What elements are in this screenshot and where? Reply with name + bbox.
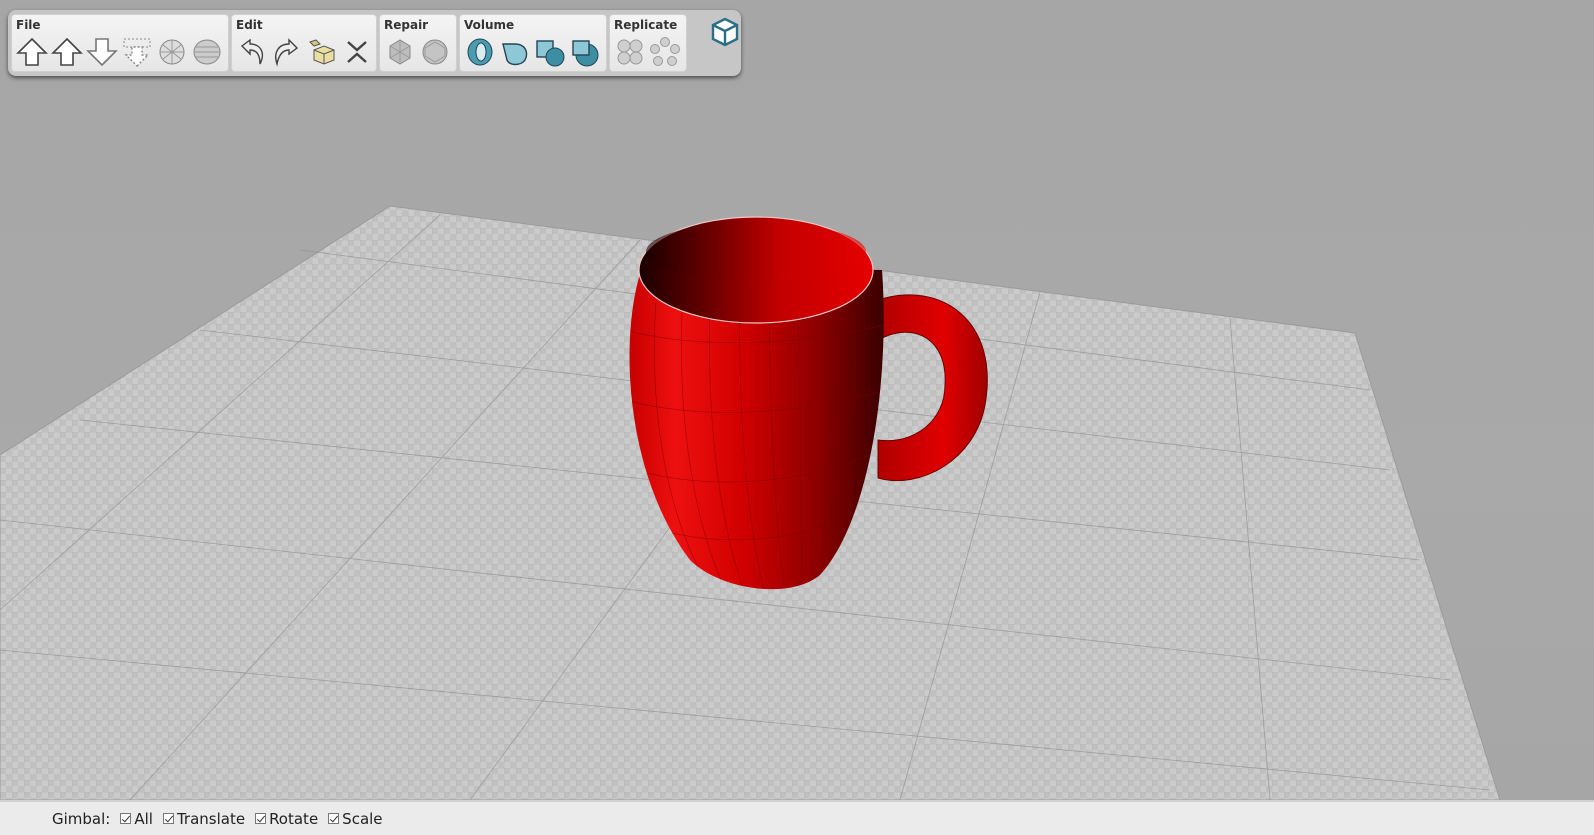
slice-sphere-icon[interactable] bbox=[189, 35, 224, 69]
wireframe-sphere-icon[interactable] bbox=[154, 35, 189, 69]
grid-replicate-icon[interactable] bbox=[612, 35, 647, 69]
scene-canvas[interactable] bbox=[0, 0, 1594, 800]
gimbal-all-label: All bbox=[134, 809, 153, 828]
repair-mesh-icon[interactable] bbox=[382, 35, 417, 69]
move-down-icon[interactable] bbox=[84, 35, 119, 69]
gimbal-translate-label: Translate bbox=[176, 809, 246, 828]
checkbox-checked-icon[interactable] bbox=[328, 813, 340, 824]
repair-group-label: Repair bbox=[384, 18, 429, 32]
edit-group-label: Edit bbox=[236, 18, 263, 32]
replicate-group: Replicate bbox=[609, 14, 687, 72]
file-group-label: File bbox=[16, 18, 41, 32]
edit-group: Edit bbox=[231, 14, 377, 72]
file-group: File bbox=[11, 14, 229, 72]
repair-sphere-icon[interactable] bbox=[417, 35, 452, 69]
gimbal-rotate-label: Rotate bbox=[269, 809, 319, 828]
gimbal-rotate-checkbox[interactable]: Rotate bbox=[255, 810, 318, 828]
checkbox-checked-icon[interactable] bbox=[255, 813, 267, 824]
volume-group: Volume bbox=[459, 14, 607, 72]
redo-icon[interactable] bbox=[269, 35, 304, 69]
3d-viewport[interactable] bbox=[0, 0, 1594, 800]
volume-group-label: Volume bbox=[464, 18, 515, 32]
gimbal-label: Gimbal: bbox=[52, 809, 111, 828]
load-up-icon[interactable] bbox=[14, 35, 49, 69]
checkbox-checked-icon[interactable] bbox=[162, 813, 174, 824]
torus-icon[interactable] bbox=[462, 35, 497, 69]
repair-group: Repair bbox=[379, 14, 457, 72]
box-subtract-icon[interactable] bbox=[567, 35, 602, 69]
gimbal-scale-checkbox[interactable]: Scale bbox=[328, 809, 383, 828]
cylinder-icon[interactable] bbox=[497, 35, 532, 69]
circle-replicate-icon[interactable] bbox=[647, 35, 682, 69]
main-toolbar: File Edit Repair Volume Replicate bbox=[8, 10, 741, 76]
checkbox-checked-icon[interactable] bbox=[120, 813, 132, 824]
move-up-icon[interactable] bbox=[49, 35, 84, 69]
drop-to-floor-icon[interactable] bbox=[119, 35, 154, 69]
copy-object-icon[interactable] bbox=[304, 35, 339, 69]
gimbal-all-checkbox[interactable]: All bbox=[120, 810, 153, 828]
delete-icon[interactable] bbox=[339, 35, 374, 69]
view-cube-icon[interactable] bbox=[708, 15, 742, 49]
undo-icon[interactable] bbox=[234, 35, 269, 69]
replicate-group-label: Replicate bbox=[614, 18, 678, 32]
box-union-icon[interactable] bbox=[532, 35, 567, 69]
gimbal-bar: Gimbal: All Translate Rotate Scale bbox=[0, 800, 1594, 835]
gimbal-translate-checkbox[interactable]: Translate bbox=[162, 809, 246, 828]
gimbal-scale-label: Scale bbox=[342, 809, 383, 828]
